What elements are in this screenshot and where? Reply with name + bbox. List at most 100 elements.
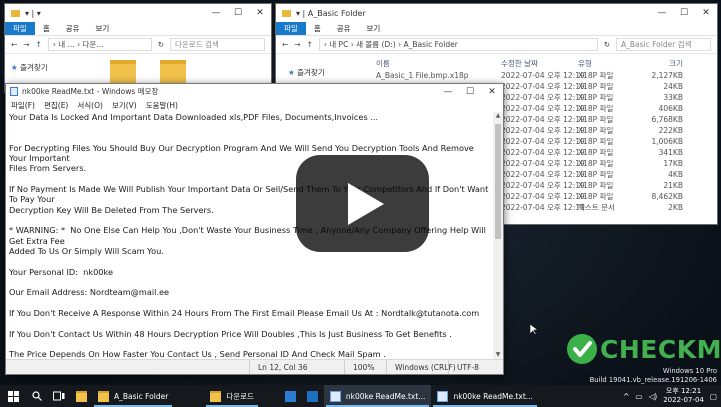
quick-access-label[interactable]: 즐겨찾기 [20,63,48,72]
text-paragraph: Your Personal ID: nk00ke [9,266,114,277]
explorer-window-downloads[interactable]: ▾ | ▾ — ☐ ✕ 파일 홈 공유 보기 ← → ↑ › 내 ... › 다… [4,3,272,93]
scrollbar-thumb[interactable] [495,124,501,239]
file-size: 4KB [668,170,683,179]
star-icon: ★ [288,68,295,77]
title-bar[interactable]: ▾ | ▾ — ☐ ✕ [5,4,271,22]
folder-thumbnail [160,60,186,84]
tab-share[interactable]: 공유 [329,22,359,35]
file-modified: 2022-07-04 오후 12:19 [501,104,585,113]
mail-icon[interactable] [302,385,324,407]
column-name[interactable]: 이름 [370,58,501,69]
scroll-down-icon[interactable]: ▼ [493,351,503,359]
file-size: 222KB [658,126,683,135]
start-button[interactable] [0,385,26,407]
search-input[interactable]: 다운로드 검색 [170,38,265,51]
menu-view[interactable]: 보기(V) [112,100,137,111]
maximize-button[interactable]: ☐ [459,84,481,99]
clock[interactable]: 오후 12:21 2022-07-04 [663,387,704,405]
notification-icon[interactable]: ▢ [710,392,717,401]
notepad-icon [329,390,341,402]
file-type: X18P 파일 [578,93,614,102]
scroll-up-icon[interactable]: ▲ [493,112,503,120]
column-modified[interactable]: 수정한 날짜 [501,58,578,69]
file-type: X18P 파일 [578,159,614,168]
column-type[interactable]: 유형 [578,58,633,69]
minimize-button[interactable]: — [437,84,459,99]
refresh-icon[interactable]: ↻ [604,40,610,49]
tab-share[interactable]: 공유 [58,22,88,35]
forward-arrow-icon[interactable]: → [23,40,29,49]
title-bar[interactable]: nk00ke ReadMe.txt - Windows 메모장 — ☐ ✕ [6,84,503,99]
taskbar-app-notepad-1[interactable]: nk00ke ReadMe.txt... [323,385,432,407]
tab-file[interactable]: 파일 [5,22,35,35]
nav-pane: ★ 즐겨찾기 [288,67,325,78]
network-icon[interactable]: ▭ [635,392,642,401]
volume-icon[interactable]: ◁) [649,392,658,401]
search-icon[interactable] [26,385,48,407]
tab-view[interactable]: 보기 [88,22,118,35]
file-type: X18P 파일 [578,82,614,91]
file-size: 6,768KB [651,115,683,124]
file-row[interactable]: A_Basic_1 File.bmp.x18p 2022-07-04 오후 12:… [370,70,717,81]
forward-arrow-icon[interactable]: → [294,40,300,49]
refresh-icon[interactable]: ↻ [158,40,164,49]
back-arrow-icon[interactable]: ← [11,40,17,49]
store-icon[interactable] [280,385,302,407]
tab-view[interactable]: 보기 [359,22,389,35]
file-type: X18P 파일 [578,126,614,135]
close-button[interactable]: ✕ [481,84,503,99]
file-type: X18P 파일 [578,181,614,190]
notepad-icon [437,390,449,402]
menu-edit[interactable]: 편집(E) [44,100,68,111]
maximize-button[interactable]: ☐ [673,4,695,22]
quick-access-toolbar: ▾ | ▾ [25,8,41,18]
close-button[interactable]: ✕ [695,4,717,22]
tab-home[interactable]: 홈 [306,22,329,35]
file-type: X18P 파일 [578,115,614,124]
windows-logo-icon [7,390,19,402]
file-size: 341KB [658,148,683,157]
close-button[interactable]: ✕ [249,4,271,22]
chevron-up-icon[interactable]: ^ [623,392,629,401]
minimize-button[interactable]: — [651,4,673,22]
tab-home[interactable]: 홈 [35,22,58,35]
file-type: X18P 파일 [578,71,614,80]
play-icon [348,183,384,225]
cursor-position: Ln 12, Col 36 [249,360,344,374]
quick-access-label[interactable]: 즐겨찾기 [297,68,325,77]
windows-version-watermark: Windows 10 Pro Build 19041.vb_release.19… [590,367,717,385]
search-input[interactable]: A_Basic Folder 검색 [616,38,711,51]
checkmark-icon [567,334,597,364]
taskbar-app-a-basic-folder[interactable]: A_Basic Folder [92,385,174,407]
video-play-button[interactable] [296,155,429,252]
tab-file[interactable]: 파일 [276,22,306,35]
maximize-button[interactable]: ☐ [227,4,249,22]
menu-format[interactable]: 서식(O) [77,100,103,111]
folder-icon [98,390,109,402]
address-bar[interactable]: › 내 ... › 다운... [47,38,152,51]
file-type: X18P 파일 [578,104,614,113]
file-type: X18P 파일 [578,148,614,157]
title-bar[interactable]: ▾ | A_Basic Folder — ☐ ✕ [276,4,717,22]
up-arrow-icon[interactable]: ↑ [307,40,313,49]
taskbar-app-label: nk00ke ReadMe.txt... [345,391,426,401]
menu-bar: 파일(F) 편집(E) 서식(O) 보기(V) 도움말(H) [6,99,503,112]
text-paragraph: If You Don't Contact Us Within 48 Hours … [9,328,452,339]
menu-file[interactable]: 파일(F) [11,100,35,111]
up-arrow-icon[interactable]: ↑ [36,40,42,49]
nav-pane: ★ 즐겨찾기 [11,62,48,73]
file-size: 2KB [668,203,683,212]
mouse-cursor-icon [530,324,538,336]
column-size[interactable]: 크기 [633,58,683,69]
taskbar-app-downloads[interactable]: 다운로드 [204,385,260,407]
task-view-icon[interactable] [48,385,70,407]
file-modified: 2022-07-04 오후 12:19 [501,170,585,179]
vertical-scrollbar[interactable]: ▲ ▼ [493,112,503,359]
file-explorer-pinned-icon[interactable] [70,385,92,407]
menu-help[interactable]: 도움말(H) [146,100,178,111]
notepad-window[interactable]: nk00ke ReadMe.txt - Windows 메모장 — ☐ ✕ 파일… [5,83,504,375]
address-bar[interactable]: › 내 PC › 새 볼륨 (D:) › A_Basic Folder [318,38,598,51]
back-arrow-icon[interactable]: ← [282,40,288,49]
minimize-button[interactable]: — [205,4,227,22]
taskbar-app-notepad-2[interactable]: nk00ke ReadMe.txt... [431,385,539,407]
